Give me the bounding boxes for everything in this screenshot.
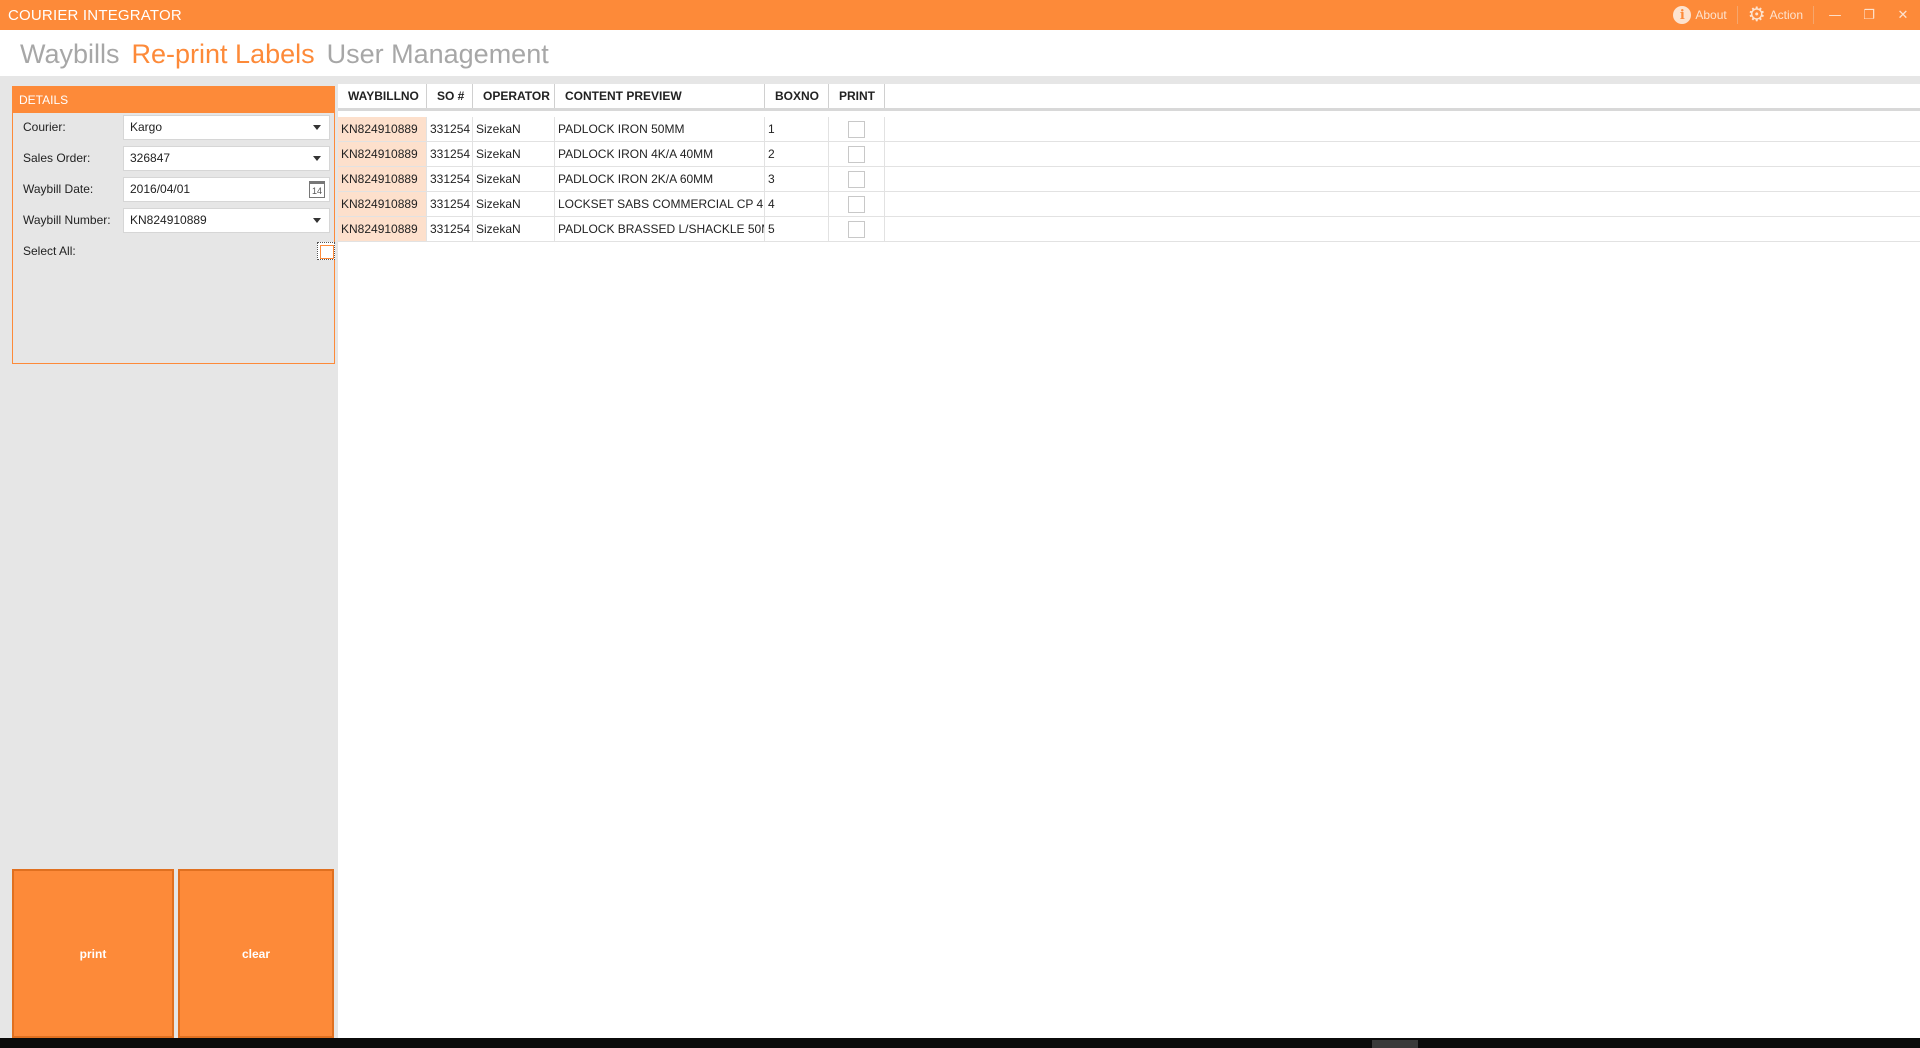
select-all-label: Select All: [23, 244, 76, 258]
boxno-cell: 4 [765, 192, 829, 216]
table-row[interactable]: KN824910889 331254 SizekaN PADLOCK BRASS… [338, 217, 1920, 242]
waybill-cell: KN824910889 [338, 167, 427, 191]
so-cell: 331254 [427, 217, 473, 241]
boxno-cell: 5 [765, 217, 829, 241]
grid-header: WAYBILLNO SO # OPERATOR CONTENT PREVIEW … [338, 84, 1920, 111]
operator-cell: SizekaN [473, 192, 555, 216]
print-checkbox[interactable] [848, 195, 865, 213]
waybill-date-value: 2016/04/01 [130, 182, 191, 196]
courier-dropdown[interactable]: Kargo [123, 114, 330, 140]
title-bar-divider [1736, 6, 1738, 24]
grid-body: KN824910889 331254 SizekaN PADLOCK IRON … [338, 117, 1920, 242]
waybill-number-dropdown[interactable]: KN824910889 [123, 207, 330, 233]
restore-button[interactable]: ❐ [1852, 0, 1886, 30]
tab-user-management[interactable]: User Management [327, 39, 549, 70]
waybill-number-value: KN824910889 [130, 213, 207, 227]
waybill-date-label: Waybill Date: [23, 182, 94, 196]
chevron-down-icon [313, 155, 321, 161]
print-cell [829, 167, 885, 191]
about-label: About [1695, 8, 1727, 22]
operator-cell: SizekaN [473, 117, 555, 141]
column-header-waybillno[interactable]: WAYBILLNO [338, 84, 427, 108]
boxno-cell: 1 [765, 117, 829, 141]
column-header-operator[interactable]: OPERATOR [473, 84, 555, 108]
title-bar: COURIER INTEGRATOR i About ⚙ Action — ❐ … [0, 0, 1920, 30]
app-title: COURIER INTEGRATOR [8, 6, 182, 24]
so-cell: 331254 [427, 117, 473, 141]
column-header-content-preview[interactable]: CONTENT PREVIEW [555, 84, 765, 108]
so-cell: 331254 [427, 192, 473, 216]
waybill-cell: KN824910889 [338, 192, 427, 216]
restore-icon: ❐ [1863, 7, 1875, 23]
content-cell: PADLOCK BRASSED L/SHACKLE 50MM [555, 217, 765, 241]
select-all-row: Select All: [13, 238, 335, 264]
print-button[interactable]: print [12, 869, 174, 1038]
tab-reprint-labels[interactable]: Re-print Labels [132, 39, 315, 70]
boxno-cell: 3 [765, 167, 829, 191]
taskbar [0, 1038, 1920, 1048]
print-checkbox[interactable] [848, 220, 865, 238]
taskbar-item[interactable] [1372, 1040, 1418, 1048]
print-cell [829, 192, 885, 216]
courier-label: Courier: [23, 120, 66, 134]
so-cell: 331254 [427, 142, 473, 166]
sales-order-value: 326847 [130, 151, 171, 165]
waybill-date-row: Waybill Date: 2016/04/01 14 [13, 176, 334, 202]
sales-order-row: Sales Order: 326847 [13, 145, 334, 171]
select-all-checkbox[interactable] [317, 242, 335, 260]
content-cell: PADLOCK IRON 50MM [555, 117, 765, 141]
content-cell: LOCKSET SABS COMMERCIAL CP 4L [555, 192, 765, 216]
table-row[interactable]: KN824910889 331254 SizekaN LOCKSET SABS … [338, 192, 1920, 217]
title-bar-divider [1813, 6, 1814, 24]
content-cell: PADLOCK IRON 2K/A 60MM [555, 167, 765, 191]
column-header-boxno[interactable]: BOXNO [765, 84, 829, 108]
column-header-print[interactable]: PRINT [829, 84, 885, 108]
print-cell [829, 142, 885, 166]
minimize-icon: — [1828, 7, 1842, 23]
waybill-number-label: Waybill Number: [23, 213, 111, 227]
details-header: DETAILS [13, 87, 334, 113]
table-row[interactable]: KN824910889 331254 SizekaN PADLOCK IRON … [338, 142, 1920, 167]
courier-value: Kargo [130, 120, 163, 134]
calendar-icon[interactable]: 14 [309, 180, 325, 198]
courier-row: Courier: Kargo [13, 114, 334, 140]
minimize-button[interactable]: — [1818, 0, 1852, 30]
main-nav: Waybills Re-print Labels User Management [20, 36, 549, 72]
about-button[interactable]: i About [1667, 0, 1732, 30]
details-panel: DETAILS Courier: Kargo Sales Order: 3268… [12, 86, 335, 364]
table-row[interactable]: KN824910889 331254 SizekaN PADLOCK IRON … [338, 167, 1920, 192]
operator-cell: SizekaN [473, 217, 555, 241]
labels-grid: WAYBILLNO SO # OPERATOR CONTENT PREVIEW … [338, 84, 1920, 1038]
waybill-cell: KN824910889 [338, 142, 427, 166]
column-header-so[interactable]: SO # [427, 84, 473, 108]
gear-icon: ⚙ [1747, 4, 1766, 26]
table-row[interactable]: KN824910889 331254 SizekaN PADLOCK IRON … [338, 117, 1920, 142]
action-button[interactable]: ⚙ Action [1742, 0, 1809, 30]
chevron-down-icon [313, 124, 321, 130]
boxno-cell: 2 [765, 142, 829, 166]
operator-cell: SizekaN [473, 167, 555, 191]
action-label: Action [1769, 8, 1803, 22]
print-checkbox[interactable] [848, 145, 865, 163]
waybill-cell: KN824910889 [338, 217, 427, 241]
waybill-cell: KN824910889 [338, 117, 427, 141]
print-checkbox[interactable] [848, 120, 865, 138]
waybill-date-picker[interactable]: 2016/04/01 14 [123, 176, 330, 202]
info-icon: i [1673, 6, 1692, 24]
content-cell: PADLOCK IRON 4K/A 40MM [555, 142, 765, 166]
so-cell: 331254 [427, 167, 473, 191]
print-cell [829, 217, 885, 241]
operator-cell: SizekaN [473, 142, 555, 166]
chevron-down-icon [313, 217, 321, 223]
print-checkbox[interactable] [848, 170, 865, 188]
clear-button[interactable]: clear [178, 869, 334, 1038]
tab-waybills[interactable]: Waybills [20, 39, 120, 70]
title-bar-controls: i About ⚙ Action — ❐ ✕ [1667, 0, 1920, 30]
sales-order-label: Sales Order: [23, 151, 91, 165]
waybill-number-row: Waybill Number: KN824910889 [13, 207, 334, 233]
print-cell [829, 117, 885, 141]
close-icon: ✕ [1897, 7, 1909, 23]
close-button[interactable]: ✕ [1886, 0, 1920, 30]
sales-order-dropdown[interactable]: 326847 [123, 145, 330, 171]
